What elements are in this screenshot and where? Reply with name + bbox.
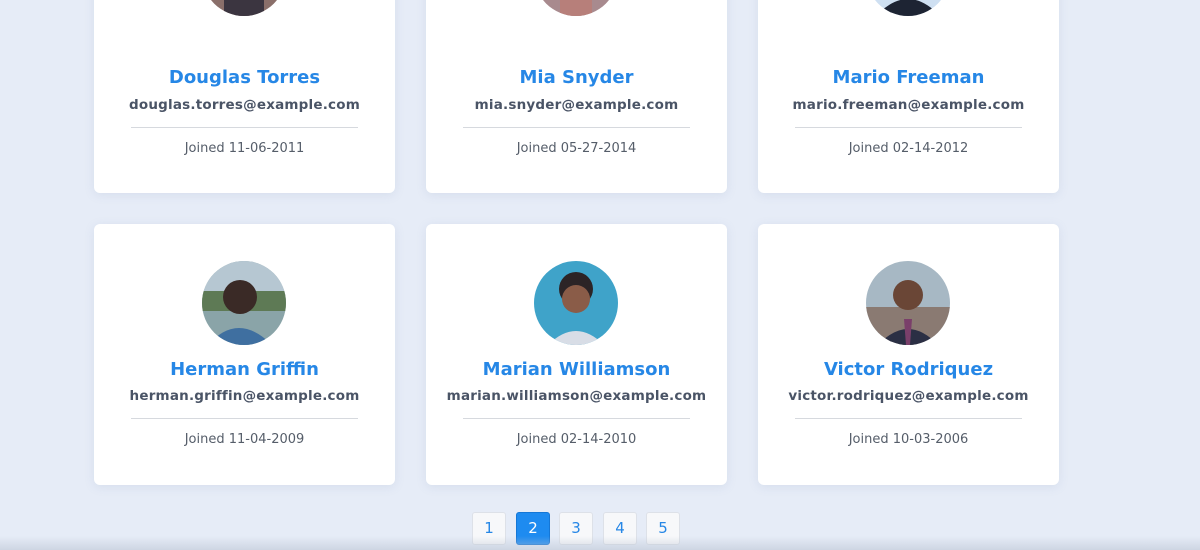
user-name[interactable]: Mia Snyder <box>426 67 727 88</box>
user-avatar <box>866 261 950 345</box>
user-card[interactable]: Mia Snyder mia.snyder@example.com Joined… <box>426 0 727 193</box>
joined-date: Joined 11-04-2009 <box>184 432 305 447</box>
divider <box>131 127 358 128</box>
user-email[interactable]: marian.williamson@example.com <box>426 388 727 404</box>
user-avatar <box>202 261 286 345</box>
user-avatar <box>202 0 286 16</box>
user-card[interactable]: Victor Rodriquez victor.rodriquez@exampl… <box>758 224 1059 485</box>
user-avatar <box>534 261 618 345</box>
page-button-4[interactable]: 4 <box>603 512 637 545</box>
user-avatar <box>866 0 950 16</box>
user-card[interactable]: Mario Freeman mario.freeman@example.com … <box>758 0 1059 193</box>
divider <box>795 127 1022 128</box>
joined-date: Joined 05-27-2014 <box>516 141 637 156</box>
page-button-2-active[interactable]: 2 <box>516 512 550 545</box>
user-avatar <box>534 0 618 16</box>
page-button-3[interactable]: 3 <box>559 512 593 545</box>
joined-date: Joined 02-14-2010 <box>516 432 637 447</box>
joined-date: Joined 11-06-2011 <box>184 141 305 156</box>
user-name[interactable]: Victor Rodriquez <box>758 359 1059 380</box>
user-name[interactable]: Marian Williamson <box>426 359 727 380</box>
user-name[interactable]: Mario Freeman <box>758 67 1059 88</box>
user-card[interactable]: Douglas Torres douglas.torres@example.co… <box>94 0 395 193</box>
user-email[interactable]: victor.rodriquez@example.com <box>758 388 1059 404</box>
scroll-shadow <box>0 536 1200 550</box>
divider <box>463 418 690 419</box>
user-email[interactable]: mia.snyder@example.com <box>426 97 727 113</box>
user-name[interactable]: Douglas Torres <box>94 67 395 88</box>
user-card[interactable]: Marian Williamson marian.williamson@exam… <box>426 224 727 485</box>
user-email[interactable]: douglas.torres@example.com <box>94 97 395 113</box>
page-button-5[interactable]: 5 <box>646 512 680 545</box>
joined-date: Joined 10-03-2006 <box>848 432 969 447</box>
user-card[interactable]: Herman Griffin herman.griffin@example.co… <box>94 224 395 485</box>
user-email[interactable]: mario.freeman@example.com <box>758 97 1059 113</box>
joined-date: Joined 02-14-2012 <box>848 141 969 156</box>
user-name[interactable]: Herman Griffin <box>94 359 395 380</box>
divider <box>463 127 690 128</box>
divider <box>131 418 358 419</box>
user-email[interactable]: herman.griffin@example.com <box>94 388 395 404</box>
page-button-1[interactable]: 1 <box>472 512 506 545</box>
divider <box>795 418 1022 419</box>
